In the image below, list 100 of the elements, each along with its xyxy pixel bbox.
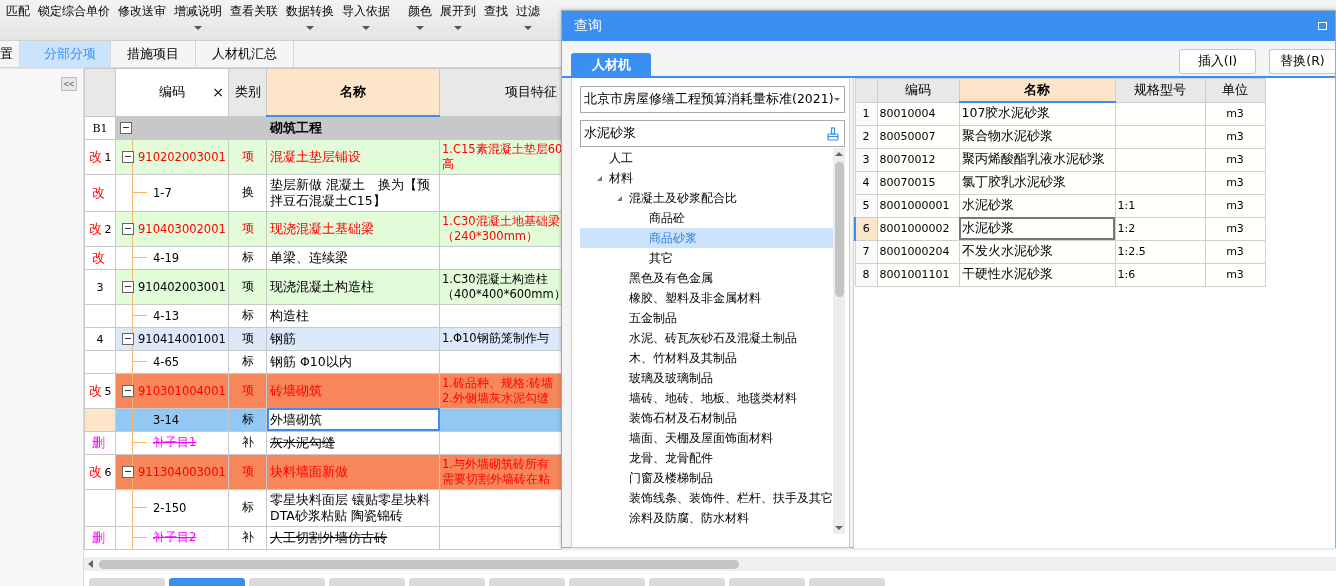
collapse-toggle[interactable] — [122, 332, 134, 345]
toolbar-button[interactable]: 查找 — [484, 2, 508, 20]
tree-item[interactable]: 人工 — [580, 148, 833, 168]
item-name: 现浇混凝土构造柱 — [270, 278, 374, 294]
tree-item[interactable]: 材料 — [580, 168, 833, 188]
code-text: 4-65 — [153, 354, 180, 369]
vertical-scrollbar[interactable] — [833, 148, 845, 534]
code-text: 4-19 — [153, 250, 180, 265]
column-header[interactable]: 名称 — [959, 78, 1115, 102]
type-text: 标 — [241, 354, 254, 368]
row-number: 7 — [855, 240, 877, 263]
caret-icon — [833, 98, 840, 101]
code-text: 911304003001 — [138, 464, 226, 479]
tree-item[interactable]: 装饰线条、装饰件、栏杆、扶手及其它 — [580, 488, 833, 508]
expand-icon[interactable] — [596, 175, 602, 181]
code-text: 3-14 — [153, 412, 180, 427]
column-header[interactable]: 单位 — [1205, 78, 1265, 102]
type-text: 项 — [241, 221, 254, 235]
column-header[interactable]: 名称 — [266, 68, 440, 116]
code-text: 910402003001 — [138, 279, 226, 294]
row-header: B1 — [84, 116, 116, 139]
collapse-toggle[interactable] — [122, 280, 134, 293]
tree-item[interactable]: 玻璃及玻璃制品 — [580, 368, 833, 388]
dialog-button[interactable]: 替换(R) — [1269, 49, 1335, 74]
tree-item[interactable]: 商品砼 — [580, 208, 833, 228]
feature-text: 1.Φ10钢筋笼制作与 — [442, 331, 549, 345]
item-name: 块料墙面新做 — [270, 463, 348, 479]
dialog-button[interactable]: 插入(I) — [1179, 49, 1256, 74]
toolbar-button[interactable]: 锁定综合单价 — [38, 2, 110, 20]
tree-item[interactable]: 墙面、天棚及屋面饰面材料 — [580, 428, 833, 448]
item-name: 钢筋 — [270, 330, 296, 346]
collapse-toggle[interactable] — [122, 222, 134, 235]
row-header: 3 — [84, 269, 116, 304]
toolbar-button[interactable]: 查看关联 — [230, 2, 278, 20]
scroll-left-icon[interactable] — [88, 560, 93, 568]
column-header[interactable]: 类别 — [228, 68, 267, 116]
column-header[interactable]: 项目特征 — [439, 68, 562, 116]
row-number: 3 — [855, 148, 877, 171]
column-header[interactable]: 规格型号 — [1115, 78, 1205, 102]
clear-filter-button[interactable]: × — [212, 84, 224, 100]
column-header[interactable]: 编码 × — [115, 68, 229, 116]
type-text: 项 — [241, 331, 254, 345]
tree-item[interactable]: 涂料及防腐、防水材料 — [580, 508, 833, 528]
row-number: 1 — [855, 102, 877, 125]
tree-item[interactable]: 橡胶、塑料及非金属材料 — [580, 288, 833, 308]
type-text: 补 — [241, 435, 254, 449]
tree-item[interactable]: 装饰石材及石材制品 — [580, 408, 833, 428]
tree-item[interactable]: 五金制品 — [580, 308, 833, 328]
feature-text: 1.砖品种、规格:砖墙 2.外侧墙灰水泥勾缝 — [442, 375, 553, 405]
clear-icon[interactable] — [826, 126, 840, 141]
type-text: 标 — [241, 500, 254, 514]
item-name: 现浇混凝土基础梁 — [270, 220, 374, 236]
caret-icon — [454, 26, 462, 30]
toolbar-button[interactable]: 展开到 — [440, 2, 476, 20]
tree-item[interactable]: 黑色及有色金属 — [580, 268, 833, 288]
code-text: 910414001001 — [138, 331, 226, 346]
row-header: 改 — [84, 174, 116, 211]
toolbar-button[interactable]: 颜色 — [408, 2, 432, 20]
item-name: 构造柱 — [270, 307, 309, 323]
table-cell: 聚丙烯酸酯乳液水泥砂浆 — [959, 148, 1115, 171]
table-cell: 107胶水泥砂浆 — [959, 102, 1115, 125]
horizontal-scrollbar[interactable] — [84, 557, 1336, 571]
collapse-toggle[interactable] — [122, 465, 134, 478]
toolbar-button[interactable]: 增减说明 — [174, 2, 222, 20]
library-dropdown[interactable]: 北京市房屋修缮工程预算消耗量标准(2021) — [580, 86, 845, 113]
code-text: 2-150 — [153, 500, 187, 515]
table-cell: 聚合物水泥砂浆 — [959, 125, 1115, 148]
table-cell: 氯丁胶乳水泥砂浆 — [959, 171, 1115, 194]
maximize-icon[interactable] — [1318, 22, 1327, 30]
collapse-button[interactable]: << — [61, 77, 77, 91]
table-cell: 水泥砂浆 — [959, 217, 1115, 240]
tree-item[interactable]: 龙骨、龙骨配件 — [580, 448, 833, 468]
tree-item[interactable]: 水泥、砖瓦灰砂石及混凝土制品 — [580, 328, 833, 348]
toolbar-button[interactable]: 修改送审 — [118, 2, 166, 20]
tree-item[interactable]: 混凝土及砂浆配合比 — [580, 188, 833, 208]
type-text: 补 — [241, 530, 254, 544]
dialog-title: 查询 — [574, 17, 602, 35]
feature-text: 1.C30混凝土地基础梁 （240*300mm） — [442, 213, 560, 243]
tree-item[interactable]: 门窗及楼梯制品 — [580, 468, 833, 488]
item-name: 灰水泥勾缝 — [270, 434, 335, 450]
tab[interactable]: 措施项目 — [111, 41, 196, 67]
caret-icon — [524, 26, 532, 30]
collapse-toggle[interactable] — [122, 384, 134, 397]
search-field[interactable]: 水泥砂浆 — [580, 120, 845, 147]
tree-item[interactable]: 其它 — [580, 248, 833, 268]
row-header: 改 1 — [84, 139, 116, 174]
toolbar-button[interactable]: 导入依据 — [342, 2, 390, 20]
tree-item[interactable]: 木、竹材料及其制品 — [580, 348, 833, 368]
tree-item[interactable]: 墙砖、地砖、地板、地毯类材料 — [580, 388, 833, 408]
table-cell: 1:1 — [1117, 199, 1136, 212]
expand-icon[interactable] — [616, 195, 622, 201]
collapse-toggle[interactable] — [122, 150, 134, 163]
column-header[interactable]: 编码 — [877, 78, 959, 102]
toolbar-button[interactable]: 匹配 — [6, 2, 30, 20]
row-number: 4 — [855, 171, 877, 194]
collapse-toggle[interactable] — [120, 121, 132, 134]
type-text: 项 — [241, 464, 254, 478]
tab[interactable]: 人材机汇总 — [196, 41, 294, 67]
toolbar-button[interactable]: 过滤 — [516, 2, 540, 20]
toolbar-button[interactable]: 数据转换 — [286, 2, 334, 20]
